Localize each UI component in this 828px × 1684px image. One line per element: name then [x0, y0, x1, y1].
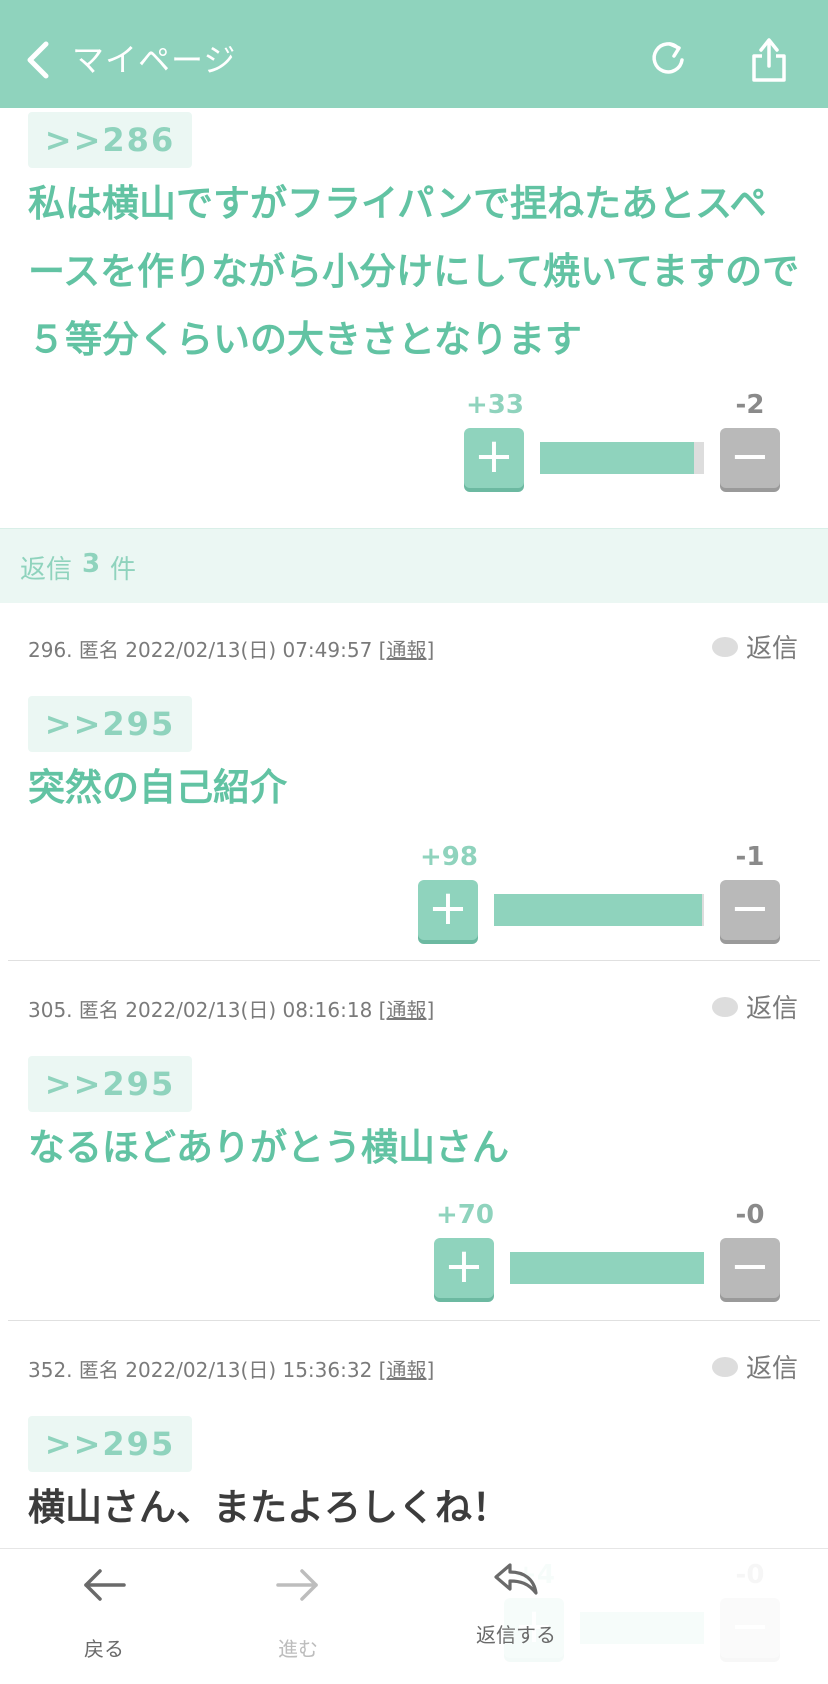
chevron-left-icon — [27, 41, 49, 79]
speech-bubble-icon — [711, 996, 738, 1017]
vote-ratio-fill — [540, 442, 695, 474]
reply-comment: 305. 匿名 2022/02/13(日) 08:16:18 [通報] 返信 >… — [0, 962, 828, 1322]
nav-reply-label: 返信する — [476, 1623, 556, 1647]
comment-body: 突然の自己紹介 — [28, 766, 287, 809]
comment-meta-text: 305. 匿名 2022/02/13(日) 08:16:18 — [28, 998, 373, 1022]
minus-count: -0 — [735, 1200, 765, 1230]
report-link[interactable]: [通報] — [379, 1358, 435, 1382]
comment-meta: 296. 匿名 2022/02/13(日) 07:49:57 [通報] — [28, 634, 434, 663]
reply-count-prefix: 返信 — [20, 555, 73, 585]
plus-count: +98 — [420, 842, 478, 872]
reply-count-header: 返信 3 件 — [0, 528, 828, 603]
refresh-button[interactable] — [648, 38, 688, 80]
anchor-link[interactable]: >>295 — [28, 1056, 192, 1112]
reply-label: 返信 — [745, 994, 798, 1024]
anchor-link[interactable]: >>295 — [28, 696, 192, 752]
arrow-right-icon — [276, 1569, 318, 1601]
plus-button[interactable]: + — [464, 428, 524, 488]
minus-count: -2 — [735, 390, 765, 420]
comment-meta-text: 296. 匿名 2022/02/13(日) 07:49:57 — [28, 638, 373, 662]
minus-button[interactable]: − — [720, 1238, 780, 1298]
comment-body: 私は横山ですがフライパンで捏ねたあとスペースを作りながら小分けにして焼いてますの… — [28, 182, 800, 361]
comment-body: 横山さん、またよろしくね！ — [28, 1486, 509, 1529]
nav-forward-button[interactable]: 進む — [208, 1549, 388, 1684]
anchor-link[interactable]: >>295 — [28, 1416, 192, 1472]
app-header: マイページ — [0, 0, 828, 108]
speech-bubble-icon — [711, 636, 738, 657]
vote-ratio-bar — [540, 442, 704, 474]
back-button[interactable] — [24, 40, 58, 80]
header-title[interactable]: マイページ — [72, 36, 236, 84]
reply-count-suffix: 件 — [110, 555, 137, 585]
plus-count: +70 — [436, 1200, 494, 1230]
reply-label: 返信 — [745, 1354, 798, 1384]
report-link[interactable]: [通報] — [379, 998, 435, 1022]
comment-body: なるほどありがとう横山さん — [28, 1126, 509, 1169]
nav-forward-label: 進む — [278, 1637, 318, 1661]
vote-ratio-fill — [510, 1252, 704, 1284]
report-link[interactable]: [通報] — [379, 638, 435, 662]
nav-back-button[interactable]: 戻る — [14, 1549, 194, 1684]
plus-button[interactable]: + — [434, 1238, 494, 1298]
share-icon — [752, 38, 786, 82]
refresh-icon — [652, 42, 684, 74]
bottom-toolbar: 戻る 進む 返信する — [0, 1548, 828, 1684]
minus-button[interactable]: − — [720, 880, 780, 940]
divider — [8, 960, 820, 961]
plus-button[interactable]: + — [418, 880, 478, 940]
reply-button[interactable]: 返信 — [711, 1348, 798, 1385]
reply-arrow-icon — [494, 1563, 538, 1595]
arrow-left-icon — [84, 1569, 126, 1601]
divider — [8, 1320, 820, 1321]
nav-back-label: 戻る — [84, 1637, 124, 1661]
anchor-link[interactable]: >>286 — [28, 112, 192, 168]
minus-count: -1 — [735, 842, 765, 872]
plus-count: +33 — [466, 390, 524, 420]
comment-meta-text: 352. 匿名 2022/02/13(日) 15:36:32 — [28, 1358, 373, 1382]
vote-ratio-fill — [494, 894, 702, 926]
share-button[interactable] — [748, 34, 790, 84]
reply-count: 3 — [82, 549, 101, 579]
minus-button[interactable]: − — [720, 428, 780, 488]
comment-meta: 352. 匿名 2022/02/13(日) 15:36:32 [通報] — [28, 1354, 434, 1383]
reply-label: 返信 — [745, 634, 798, 664]
vote-ratio-bar — [510, 1252, 704, 1284]
reply-comment: 296. 匿名 2022/02/13(日) 07:49:57 [通報] 返信 >… — [0, 602, 828, 962]
vote-ratio-bar — [494, 894, 704, 926]
reply-button[interactable]: 返信 — [711, 988, 798, 1025]
reply-button[interactable]: 返信 — [711, 628, 798, 665]
nav-reply-button[interactable]: 返信する — [426, 1549, 606, 1684]
comment-meta: 305. 匿名 2022/02/13(日) 08:16:18 [通報] — [28, 994, 434, 1023]
speech-bubble-icon — [711, 1356, 738, 1377]
